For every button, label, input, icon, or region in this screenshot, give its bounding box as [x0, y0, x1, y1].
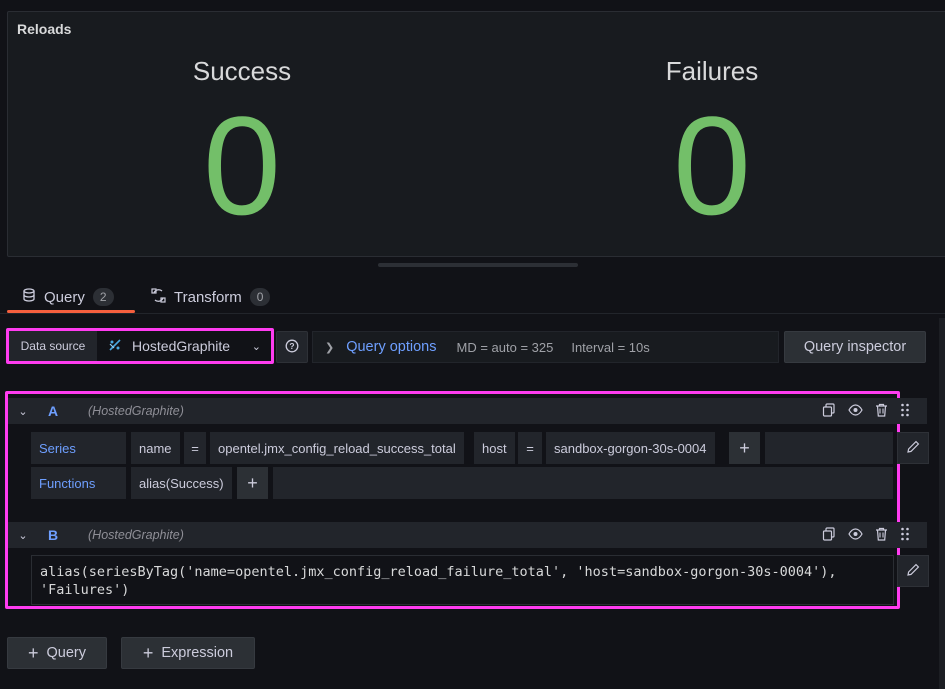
query-options-interval: Interval = 10s	[571, 339, 650, 355]
tab-transform[interactable]: Transform 0	[151, 282, 271, 312]
functions-label: Functions	[31, 467, 126, 499]
eye-icon[interactable]	[848, 403, 863, 420]
query-letter-b[interactable]: B	[38, 527, 88, 543]
stat-value-success: 0	[203, 87, 281, 244]
trash-icon[interactable]	[875, 527, 888, 544]
query-options-toggle[interactable]: ❯ Query options MD = auto = 325 Interval…	[312, 331, 779, 363]
series-row-filler	[765, 432, 893, 464]
tag-key-name[interactable]: name	[131, 432, 180, 464]
tag-value-host[interactable]: sandbox-gorgon-30s-0004	[546, 432, 715, 464]
datasource-picker[interactable]: HostedGraphite ⌄	[98, 331, 271, 361]
question-circle-icon: ?	[285, 339, 299, 356]
toggle-editor-mode-b[interactable]	[897, 555, 929, 587]
database-icon	[22, 288, 36, 306]
pencil-icon	[906, 440, 920, 457]
raw-query-line-2: 'Failures')	[40, 582, 130, 598]
scrollbar[interactable]	[939, 318, 945, 689]
query-options-title: Query options	[346, 339, 437, 355]
tab-transform-count: 0	[249, 288, 271, 306]
eye-icon[interactable]	[848, 527, 863, 544]
functions-row-filler	[273, 467, 893, 499]
stat-label-success: Success	[192, 56, 292, 86]
query-datasource-b: (HostedGraphite)	[88, 528, 184, 542]
pencil-icon	[906, 563, 920, 580]
tab-query-count: 2	[92, 288, 114, 306]
duplicate-icon[interactable]	[822, 402, 836, 420]
panel-resize-handle[interactable]	[378, 263, 578, 267]
chevron-down-icon[interactable]: ⌄	[8, 405, 38, 418]
query-row-header-a[interactable]: ⌄ A (HostedGraphite)	[8, 398, 927, 424]
add-tag-button[interactable]: +	[729, 432, 760, 464]
tag-value-name[interactable]: opentel.jmx_config_reload_success_total	[210, 432, 464, 464]
stat-label-failures: Failures	[665, 56, 759, 86]
graphite-logo-icon	[108, 338, 122, 355]
trash-icon[interactable]	[875, 403, 888, 420]
function-alias[interactable]: alias(Success)	[131, 467, 232, 499]
svg-text:?: ?	[289, 341, 294, 351]
datasource-label: Data source	[9, 331, 97, 361]
plus-icon: +	[142, 643, 154, 663]
query-letter-a[interactable]: A	[38, 403, 88, 419]
tag-operator-1[interactable]: =	[184, 432, 206, 464]
tab-query[interactable]: Query 2	[22, 282, 114, 312]
plus-icon: +	[247, 472, 258, 493]
chevron-right-icon: ❯	[325, 341, 335, 354]
panel-title: Reloads	[17, 21, 72, 37]
add-expression-button[interactable]: + Expression	[121, 637, 255, 669]
add-query-button[interactable]: + Query	[7, 637, 107, 669]
plus-icon: +	[27, 643, 39, 663]
query-options-md: MD = auto = 325	[456, 339, 554, 355]
toggle-editor-mode-a[interactable]	[897, 432, 929, 464]
chevron-down-icon[interactable]: ⌄	[8, 529, 38, 542]
transform-icon	[151, 287, 166, 307]
query-actions-b	[822, 526, 910, 544]
raw-query-editor-b[interactable]: alias(seriesByTag('name=opentel.jmx_conf…	[31, 555, 894, 605]
add-function-button[interactable]: +	[237, 467, 268, 499]
datasource-selected: HostedGraphite	[132, 338, 231, 354]
tab-transform-label: Transform	[174, 288, 242, 306]
stat-value-failures: 0	[673, 87, 751, 244]
add-expression-label: Expression	[161, 645, 234, 661]
add-query-label: Query	[46, 645, 87, 661]
chevron-down-icon: ⌄	[251, 340, 261, 353]
raw-query-line-1: alias(seriesByTag('name=opentel.jmx_conf…	[40, 564, 837, 580]
drag-handle-icon[interactable]	[900, 527, 910, 544]
duplicate-icon[interactable]	[822, 526, 836, 544]
query-inspector-button[interactable]: Query inspector	[784, 331, 926, 363]
query-row-header-b[interactable]: ⌄ B (HostedGraphite)	[8, 522, 927, 548]
series-label: Series	[31, 432, 126, 464]
query-datasource-a: (HostedGraphite)	[88, 404, 184, 418]
drag-handle-icon[interactable]	[900, 403, 910, 420]
plus-icon: +	[739, 437, 750, 458]
query-actions-a	[822, 402, 910, 420]
tag-operator-2[interactable]: =	[518, 432, 542, 464]
datasource-help-button[interactable]: ?	[276, 331, 308, 363]
tab-query-label: Query	[44, 288, 85, 306]
tag-key-host[interactable]: host	[474, 432, 515, 464]
